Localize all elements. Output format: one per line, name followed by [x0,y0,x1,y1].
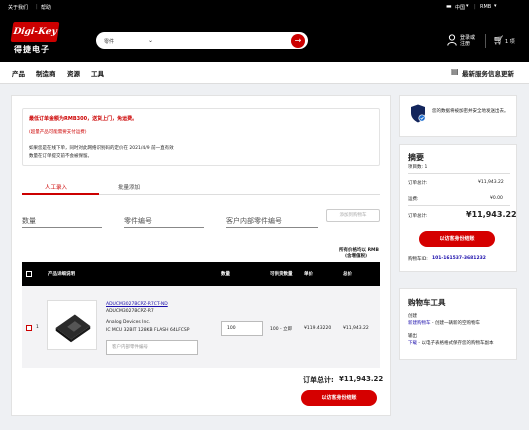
new-cart-link[interactable]: 新建购物车 [408,321,431,326]
order-total-value: ¥11,943.22 [339,375,384,383]
summary-order-total-label: 订单总计: [408,181,428,186]
chip-icon [55,314,91,343]
export-cart-row: 下载 - 以电子表格格式保存您的购物车副本 [408,341,494,346]
export-label: 输出 [408,334,417,339]
guest-checkout-button[interactable]: 以访客身份结账 [301,390,377,406]
select-all-checkbox[interactable] [26,271,32,277]
search-category-select[interactable]: 零件 [104,38,114,45]
top-utility-bar: 关于我们 | 帮助 ▬ 中国 ▾ | RMB ▾ [0,0,529,14]
summary-items-count: 项目数: 1 [408,165,428,170]
create-cart-row: 新建购物车 - 创建一辆新的空购物车 [408,321,480,326]
row-total: ¥11,943.22 [343,326,369,331]
tab-manual-entry[interactable]: 人工录入 [45,183,67,191]
nav-resources[interactable]: 资源 [67,68,80,78]
qty-field[interactable]: 数量 [22,216,102,228]
summary-title: 摘要 [408,153,424,162]
customer-part-field[interactable]: 客户内部零件编号 [226,216,318,228]
summary-total-value: ¥11,943.22 [466,210,517,219]
country-select[interactable]: 中国 [455,4,465,11]
row-checkbox[interactable] [26,325,32,331]
nav-service-updates[interactable]: 最新服务信息更新 [462,68,514,78]
divider: | [36,4,38,10]
notice-body-1: 如果您是在线下单，同时对此网络识别码的定价在 2021/4/9 前一直有效 [29,146,174,151]
order-total-label: 订单总计: [303,376,334,384]
summary-checkout-button[interactable]: 以访客身份结账 [419,231,495,247]
download-link[interactable]: 下载 [408,341,417,346]
col-product-details: 产品详细说明 [48,272,75,277]
cart-icon[interactable]: 🛒︎ [493,36,504,46]
news-icon: ▤ [451,67,459,76]
summary-shipping-label: 运费: [408,197,419,202]
security-text: 您的数据将被加密并安全地发送出去。 [432,109,509,114]
nav-products[interactable]: 产品 [12,68,25,78]
cart-id-label: 购物车ID: [408,257,428,262]
col-unit-price: 单价 [304,272,313,277]
summary-total-label: 订单总计: [408,214,428,219]
user-icon[interactable] [447,34,457,46]
create-label: 创建 [408,314,417,319]
col-available: 可供货数量 [270,272,293,277]
active-tab-indicator [22,193,99,195]
row-qty-input[interactable]: 100 [221,321,263,336]
manufacturer-name: Analog Devices Inc. [106,320,151,325]
chevron-down-icon[interactable]: ⌄ [148,37,153,44]
customer-part-input[interactable]: 客户内部零件编号 [106,340,198,355]
search-input[interactable] [162,33,288,48]
currency-select[interactable]: RMB [480,4,491,10]
search-arrow-button[interactable]: → [291,34,305,48]
cart-count[interactable]: 1 项 [505,38,515,45]
vat-note: (含增值税) [345,254,368,259]
digikey-logo[interactable]: Digi-Key [10,22,60,42]
row-available: 100 - 立即 [270,327,293,332]
divider [485,34,486,48]
divider: | [474,4,476,10]
divider [408,205,510,206]
mfr-part-number: ADUCM3027BCPZ-R7 [106,309,154,314]
summary-order-total-value: ¥11,943.22 [478,180,504,185]
divider [408,173,510,174]
help-link[interactable]: 帮助 [41,4,51,11]
row-index: 1 [36,325,39,330]
about-link[interactable]: 关于我们 [8,4,28,11]
part-number-field[interactable]: 零件编号 [124,216,204,228]
shipping-note: (超量产品可能需要支付运费) [29,130,87,135]
product-image[interactable] [47,300,97,350]
tab-batch-add[interactable]: 批量添加 [118,183,140,191]
col-quantity: 数量 [221,272,230,277]
row-unit-price: ¥119.43220 [304,326,332,331]
cart-table-header [22,262,380,286]
china-flag-icon: ▬ [446,3,452,10]
product-description: IC MCU 32BIT 128KB FLASH 64LFCSP [106,328,190,333]
nav-tools[interactable]: 工具 [91,68,104,78]
cart-tools-title: 购物车工具 [408,298,446,307]
nav-manufacturers[interactable]: 制造商 [36,68,56,78]
cart-id-value[interactable]: 101-161537-3681232 [432,256,486,261]
shield-icon [411,104,426,123]
login-register-link[interactable]: 登录或 注册 [460,35,475,47]
chevron-down-icon: ▾ [494,3,497,9]
min-order-notice: 最低订单金额为RMB300，送货上门，免运费。 [29,116,138,122]
chevron-down-icon: ▾ [466,3,469,9]
digikey-part-link[interactable]: ADUCM3027BCPZ-R7CT-ND [106,302,168,307]
notice-body-2: 数量在订单提交前不会被保留。 [29,154,92,159]
logo-chinese-text: 得捷电子 [14,45,50,54]
summary-shipping-value: ¥0.00 [490,196,503,201]
col-total: 总价 [343,272,352,277]
add-to-cart-button[interactable]: 添加到购物车 [326,209,380,222]
